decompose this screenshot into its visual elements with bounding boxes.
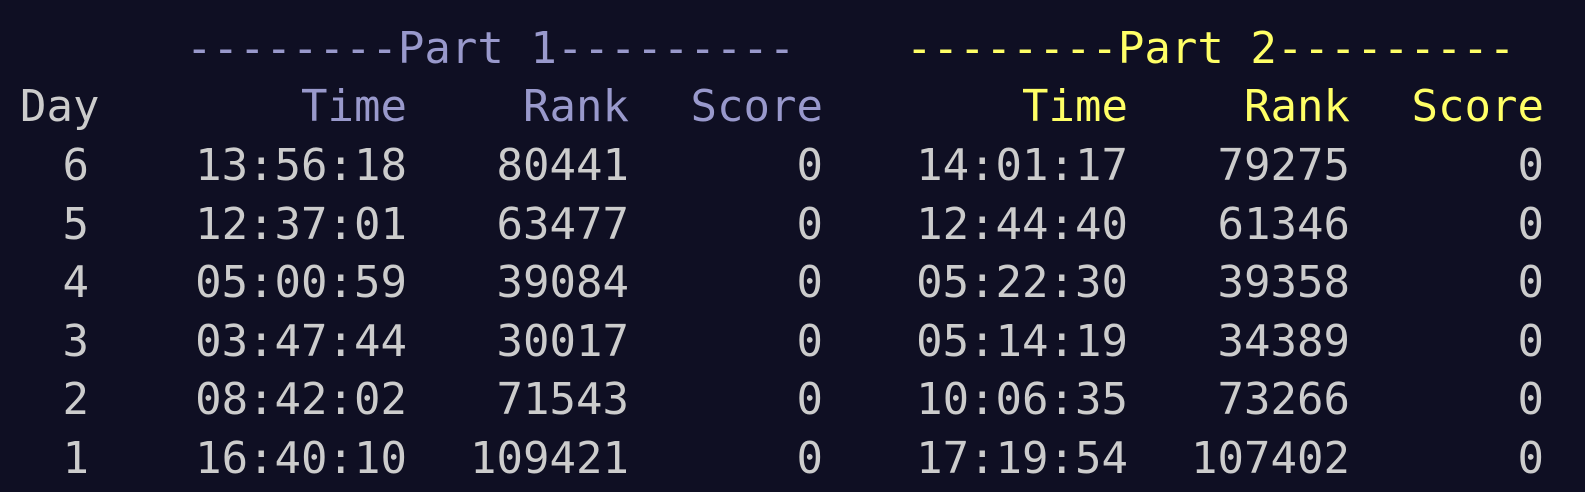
table-row: 2 08:42:02 71543 0 10:06:35 73266 0 xyxy=(0,371,1585,429)
table-row: 4 05:00:59 39084 0 05:22:30 39358 0 xyxy=(0,254,1585,312)
part2-score-cell: 0 xyxy=(1517,198,1545,250)
part2-score-cell: 0 xyxy=(1517,140,1545,191)
part1-rank-cell: 109421 xyxy=(470,432,629,484)
part2-time-cell: 05:14:19 xyxy=(916,315,1128,367)
part2-time-cell: 12:44:40 xyxy=(916,198,1128,250)
part1-score-cell: 0 xyxy=(796,432,824,484)
part1-rank-header: Rank xyxy=(523,81,629,132)
part2-rank-cell: 73266 xyxy=(1217,374,1350,425)
part1-rank-cell: 39084 xyxy=(496,257,629,308)
part2-score-cell: 0 xyxy=(1517,315,1545,367)
table-row: 1 16:40:10 109421 0 17:19:54 107402 0 xyxy=(0,430,1585,488)
part1-score-header: Score xyxy=(690,81,823,132)
part2-score-cell: 0 xyxy=(1517,257,1545,308)
part2-score-cell: 0 xyxy=(1517,374,1545,425)
part2-time-cell: 17:19:54 xyxy=(916,432,1128,484)
part2-banner: --------Part 2--------- xyxy=(906,23,1516,74)
part1-rank-cell: 71543 xyxy=(496,374,629,425)
day-cell: 3 xyxy=(62,315,90,367)
part2-score-header: Score xyxy=(1411,81,1544,132)
part2-score-cell: 0 xyxy=(1517,432,1545,484)
day-cell: 4 xyxy=(62,257,90,308)
part1-time-header: Time xyxy=(301,81,407,132)
part1-score-cell: 0 xyxy=(796,257,824,308)
part2-time-header: Time xyxy=(1022,81,1128,132)
personal-stats-table: --------Part 1--------- --------Part 2--… xyxy=(0,0,1585,492)
part1-score-cell: 0 xyxy=(796,315,824,367)
day-cell: 2 xyxy=(62,374,90,425)
table-row: 3 03:47:44 30017 0 05:14:19 34389 0 xyxy=(0,313,1585,371)
part2-rank-cell: 61346 xyxy=(1217,198,1350,250)
table-row: 5 12:37:01 63477 0 12:44:40 61346 0 xyxy=(0,196,1585,254)
part1-time-cell: 08:42:02 xyxy=(195,374,407,425)
part1-rank-cell: 63477 xyxy=(496,198,629,250)
table-row: 6 13:56:18 80441 0 14:01:17 79275 0 xyxy=(0,137,1585,195)
part2-time-cell: 05:22:30 xyxy=(916,257,1128,308)
part2-time-cell: 10:06:35 xyxy=(916,374,1128,425)
part-banner-row: --------Part 1--------- --------Part 2--… xyxy=(0,20,1585,78)
part1-rank-cell: 80441 xyxy=(496,140,629,191)
part2-rank-cell: 39358 xyxy=(1217,257,1350,308)
part2-time-cell: 14:01:17 xyxy=(916,140,1128,191)
day-cell: 1 xyxy=(62,432,90,484)
day-cell: 5 xyxy=(62,198,90,250)
part2-rank-cell: 107402 xyxy=(1191,432,1350,484)
part1-score-cell: 0 xyxy=(796,374,824,425)
part2-rank-cell: 34389 xyxy=(1217,315,1350,367)
column-header-row: Day Time Rank Score Time Rank Score xyxy=(0,78,1585,136)
part1-time-cell: 12:37:01 xyxy=(195,198,407,250)
part1-banner: --------Part 1--------- xyxy=(186,23,796,74)
part1-score-cell: 0 xyxy=(796,140,824,191)
part1-time-cell: 03:47:44 xyxy=(195,315,407,367)
part1-time-cell: 16:40:10 xyxy=(195,432,407,484)
part2-rank-cell: 79275 xyxy=(1217,140,1350,191)
day-cell: 6 xyxy=(62,140,90,191)
day-header: Day xyxy=(20,81,100,132)
part1-time-cell: 05:00:59 xyxy=(195,257,407,308)
part1-rank-cell: 30017 xyxy=(496,315,629,367)
part2-rank-header: Rank xyxy=(1244,81,1350,132)
part1-time-cell: 13:56:18 xyxy=(195,140,407,191)
part1-score-cell: 0 xyxy=(796,198,824,250)
